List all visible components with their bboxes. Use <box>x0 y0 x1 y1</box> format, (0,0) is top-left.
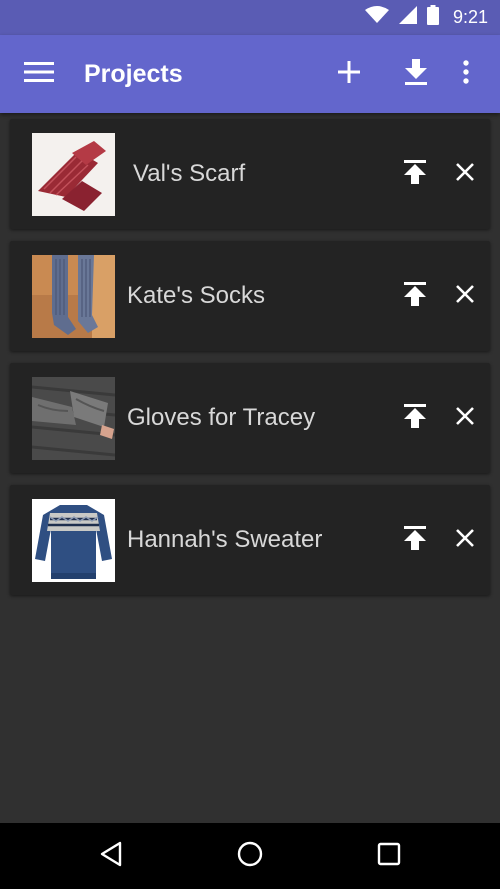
overflow-menu-button[interactable] <box>446 54 486 94</box>
project-thumbnail-socks <box>32 255 115 338</box>
move-to-top-button[interactable] <box>395 276 435 316</box>
project-title: Hannah's Sweater <box>127 526 323 553</box>
app-bar: Projects <box>0 35 500 113</box>
project-card[interactable]: Gloves for Tracey <box>10 363 490 473</box>
menu-icon <box>24 61 54 87</box>
download-button[interactable] <box>396 54 436 94</box>
cell-signal-icon <box>398 6 417 29</box>
page-title: Projects <box>84 60 183 88</box>
move-to-top-button[interactable] <box>395 398 435 438</box>
close-icon <box>455 162 475 187</box>
move-to-top-icon <box>404 525 426 555</box>
project-thumbnail-scarf <box>32 133 115 216</box>
move-to-top-icon <box>404 281 426 311</box>
system-nav-bar <box>0 823 500 889</box>
recents-button[interactable] <box>369 836 409 876</box>
back-icon <box>99 841 123 872</box>
home-icon <box>237 841 263 872</box>
project-thumbnail-sweater <box>32 499 115 582</box>
back-button[interactable] <box>91 836 131 876</box>
delete-project-button[interactable] <box>445 154 485 194</box>
project-title: Kate's Socks <box>127 282 265 309</box>
project-title: Val's Scarf <box>133 160 246 187</box>
download-icon <box>405 58 427 90</box>
recents-icon <box>377 842 401 871</box>
project-thumbnail-gloves <box>32 377 115 460</box>
close-icon <box>455 284 475 309</box>
menu-button[interactable] <box>22 60 56 88</box>
wifi-icon <box>364 6 389 29</box>
battery-icon <box>426 5 439 30</box>
delete-project-button[interactable] <box>445 398 485 438</box>
move-to-top-icon <box>404 159 426 189</box>
move-to-top-button[interactable] <box>395 154 435 194</box>
close-icon <box>455 406 475 431</box>
status-icons: 9:21 <box>364 0 488 35</box>
add-icon <box>338 60 360 88</box>
project-title: Gloves for Tracey <box>127 404 316 431</box>
move-to-top-button[interactable] <box>395 520 435 560</box>
project-card[interactable]: Kate's Socks <box>10 241 490 351</box>
add-project-button[interactable] <box>329 54 369 94</box>
move-to-top-icon <box>404 403 426 433</box>
clock: 9:21 <box>452 7 488 27</box>
project-card[interactable]: Val's Scarf <box>10 119 490 229</box>
status-bar: 9:21 <box>0 0 500 35</box>
more-vert-icon <box>463 59 469 89</box>
close-icon <box>455 528 475 553</box>
home-button[interactable] <box>230 836 270 876</box>
project-card[interactable]: Hannah's Sweater <box>10 485 490 595</box>
delete-project-button[interactable] <box>445 520 485 560</box>
delete-project-button[interactable] <box>445 276 485 316</box>
project-list: Val's Scarf Kate's Socks Gloves for Trac… <box>10 119 490 607</box>
